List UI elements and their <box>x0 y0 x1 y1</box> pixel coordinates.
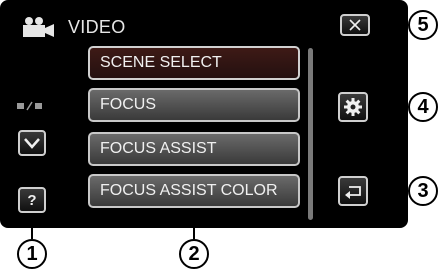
callout-1: 1 <box>17 239 47 269</box>
menu-item-focus[interactable]: FOCUS <box>88 88 300 122</box>
callout-line-2 <box>193 208 195 239</box>
gear-icon <box>344 98 362 116</box>
callout-line-1 <box>31 213 33 239</box>
menu-title: VIDEO <box>68 17 126 37</box>
video-camera-icon <box>23 17 54 37</box>
camera-menu-screen: VIDEO SCENE SELECT FOCUS FOCUS ASSIST FO… <box>0 0 408 228</box>
menu-item-focus-assist-color[interactable]: FOCUS ASSIST COLOR <box>88 174 300 208</box>
chevron-down-icon <box>24 138 40 149</box>
callout-4: 4 <box>408 92 438 122</box>
settings-button[interactable] <box>338 92 368 122</box>
callout-3: 3 <box>408 176 438 206</box>
close-icon <box>349 19 361 31</box>
callout-line-4 <box>368 106 408 108</box>
page-indicator-icon <box>17 101 42 111</box>
close-button[interactable] <box>340 14 370 36</box>
callout-line-5 <box>370 24 408 26</box>
help-button[interactable]: ? <box>18 187 46 213</box>
scroll-down-button[interactable] <box>18 130 46 156</box>
menu-item-focus-assist[interactable]: FOCUS ASSIST <box>88 132 300 166</box>
menu-item-scene-select[interactable]: SCENE SELECT <box>88 46 300 80</box>
callout-5: 5 <box>408 10 438 40</box>
return-icon <box>345 186 361 199</box>
back-button[interactable] <box>338 176 368 206</box>
callout-2: 2 <box>179 239 209 269</box>
help-label: ? <box>27 191 37 209</box>
callout-line-3 <box>368 190 408 192</box>
scrollbar[interactable] <box>308 48 313 220</box>
